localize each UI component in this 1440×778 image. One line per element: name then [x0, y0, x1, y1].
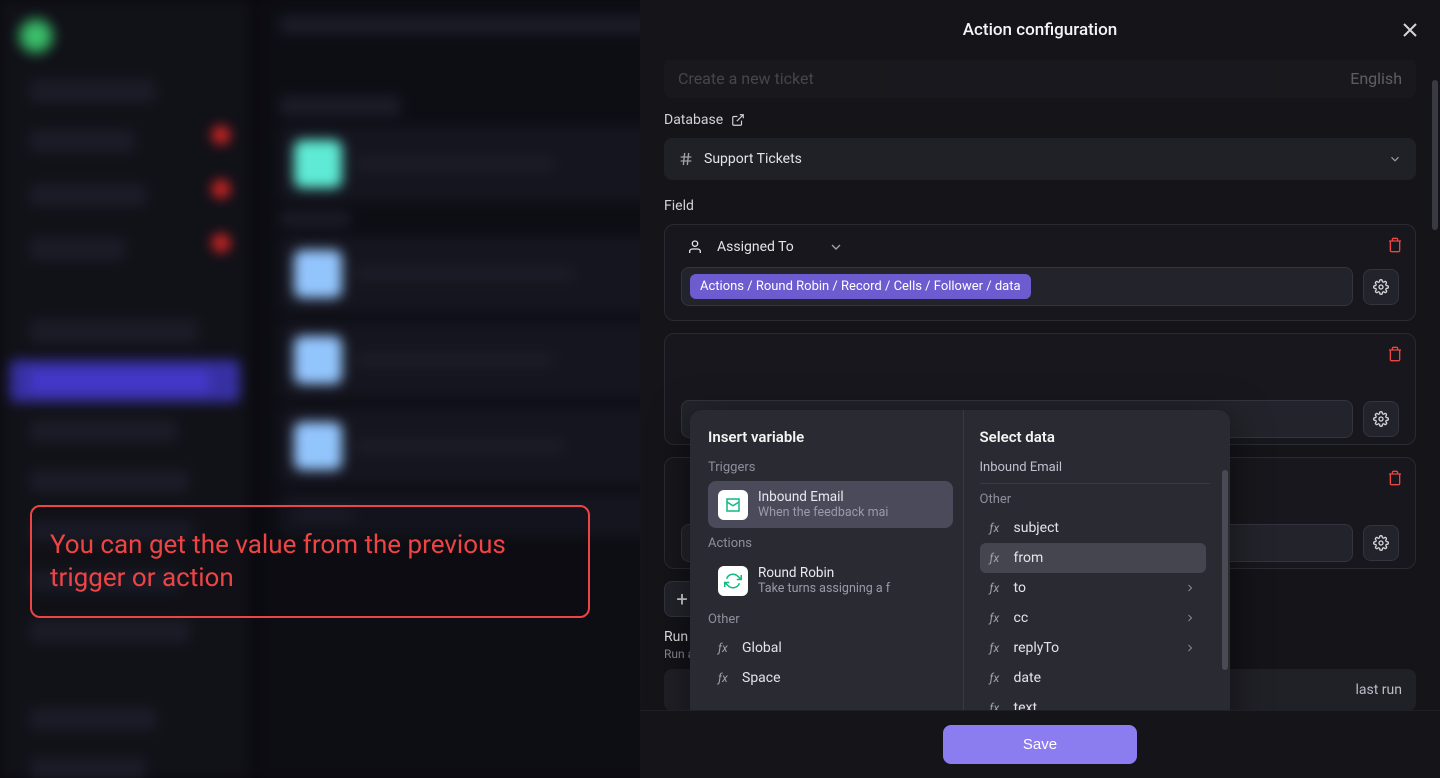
popover-right-sub: Inbound Email [980, 460, 1225, 475]
section-triggers: Triggers [708, 460, 953, 475]
action-item-round-robin[interactable]: Round Robin Take turns assigning a f [708, 557, 953, 604]
field-card-assigned-to: Assigned To Actions / Round Robin / Reco… [664, 224, 1416, 321]
prompt-row[interactable]: Create a new ticket English [664, 60, 1416, 98]
popover-scrollbar[interactable] [1222, 470, 1228, 670]
section-actions: Actions [708, 536, 953, 551]
popover-right-title: Select data [980, 428, 1225, 446]
hint-callout: You can get the value from the previous … [30, 505, 590, 618]
field-value-input[interactable]: Actions / Round Robin / Record / Cells /… [681, 267, 1353, 306]
lang-text: English [1350, 69, 1402, 88]
save-button[interactable]: Save [943, 725, 1137, 764]
variable-chip[interactable]: Actions / Round Robin / Record / Cells /… [690, 274, 1031, 299]
section-other-right: Other [980, 492, 1225, 507]
data-item-subject[interactable]: ƒxsubject [980, 513, 1207, 543]
trash-icon[interactable] [1387, 470, 1403, 486]
field-select[interactable]: Assigned To [681, 239, 1399, 255]
gear-icon [1373, 535, 1389, 551]
insert-variable-popover: Insert variable Triggers Inbound Email W… [690, 410, 1230, 710]
space-item[interactable]: ƒxSpace [708, 663, 953, 693]
chevron-right-icon [1184, 582, 1196, 594]
data-item-replyTo[interactable]: ƒxreplyTo [980, 633, 1207, 663]
prompt-text: Create a new ticket [678, 69, 814, 88]
field-label: Field [664, 198, 1416, 214]
data-item-to[interactable]: ƒxto [980, 573, 1207, 603]
trash-icon[interactable] [1387, 346, 1403, 362]
field-settings-button[interactable] [1363, 269, 1399, 305]
data-item-text[interactable]: ƒxtext [980, 693, 1207, 710]
trash-icon[interactable] [1387, 237, 1403, 253]
action-config-panel: Action configuration Create a new ticket… [640, 0, 1440, 778]
gear-icon [1373, 279, 1389, 295]
data-item-cc[interactable]: ƒxcc [980, 603, 1207, 633]
data-item-from[interactable]: ƒxfrom [980, 543, 1207, 573]
global-item[interactable]: ƒxGlobal [708, 633, 953, 663]
chevron-right-icon [1184, 642, 1196, 654]
mail-icon [724, 496, 742, 514]
close-icon [1398, 18, 1422, 42]
chevron-down-icon [1388, 152, 1402, 166]
database-select[interactable]: Support Tickets [664, 138, 1416, 180]
chevron-down-icon [828, 239, 844, 255]
section-other-left: Other [708, 612, 953, 627]
trigger-item-inbound-email[interactable]: Inbound Email When the feedback mai [708, 481, 953, 528]
database-label: Database [664, 112, 1416, 128]
field-settings-button[interactable] [1363, 401, 1399, 437]
gear-icon [1373, 411, 1389, 427]
refresh-icon [724, 572, 742, 590]
user-icon [687, 239, 703, 255]
popover-left-title: Insert variable [708, 428, 953, 446]
data-item-date[interactable]: ƒxdate [980, 663, 1207, 693]
field-settings-button[interactable] [1363, 525, 1399, 561]
panel-title: Action configuration [963, 20, 1117, 40]
chevron-right-icon [1184, 612, 1196, 624]
hash-icon [678, 151, 694, 167]
close-button[interactable] [1398, 18, 1422, 42]
external-link-icon[interactable] [731, 113, 745, 127]
